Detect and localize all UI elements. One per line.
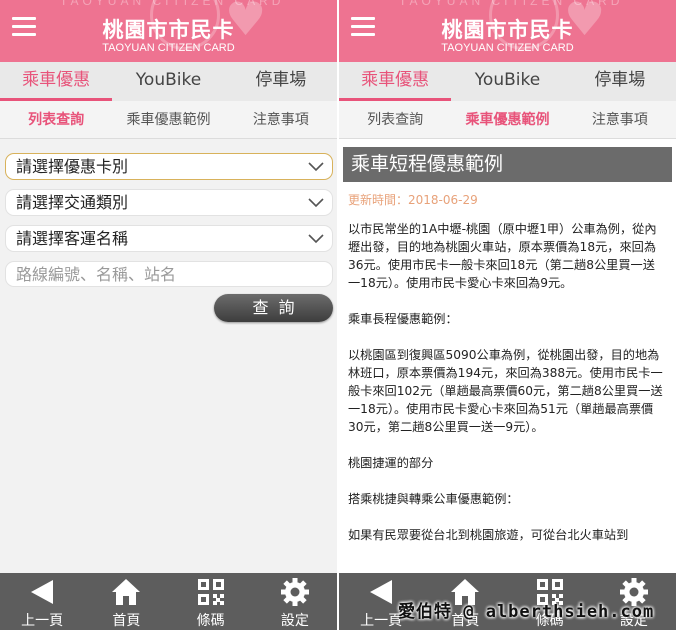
nav-back-label: 上一頁 <box>21 613 64 629</box>
tab-ride-discount[interactable]: 乘車優惠 <box>0 62 113 101</box>
paragraph-long-trip: 以桃園區到復興區5090公車為例，從桃園出發，目的地為林班口，原本票價為194元… <box>348 348 663 434</box>
tab-list-query[interactable]: 列表查詢 <box>0 101 112 138</box>
section-title: 乘車短程優惠範例 <box>343 147 672 182</box>
tab-youbike[interactable]: YouBike <box>112 62 224 101</box>
main-tabs: 乘車優惠 YouBike 停車場 <box>339 62 676 101</box>
app-title: 桃園市市民卡 <box>441 18 574 42</box>
card-type-select-value: 請選擇優惠卡別 <box>16 157 129 176</box>
tab-list-query[interactable]: 列表查詢 <box>339 101 451 138</box>
paragraph-metro-heading: 桃園捷運的部分 <box>348 456 434 470</box>
tab-parking[interactable]: 停車場 <box>564 62 676 101</box>
tab-parking[interactable]: 停車場 <box>225 62 337 101</box>
qr-code-icon <box>197 579 224 605</box>
card-type-select[interactable]: 請選擇優惠卡別 <box>5 153 333 180</box>
article-body: 以市民常坐的1A中壢-桃園（原中壢1甲）公車為例，從內壢出發，目的地為桃園火車站… <box>348 220 664 544</box>
route-search-input[interactable] <box>5 261 333 287</box>
tab-notes[interactable]: 注意事項 <box>564 101 676 138</box>
left-screen: TAOYUAN CITIZEN CARD ♥ 桃園市市民卡 TAOYUAN CI… <box>0 0 337 630</box>
tab-discount-examples[interactable]: 乘車優惠範例 <box>112 101 224 138</box>
app-subtitle: TAOYUAN CITIZEN CARD <box>441 42 574 54</box>
nav-home-label: 首頁 <box>112 613 141 629</box>
chevron-down-icon <box>308 234 324 244</box>
nav-barcode-label: 條碼 <box>196 613 225 629</box>
nav-settings-label: 設定 <box>280 613 309 629</box>
discount-example-content[interactable]: 乘車短程優惠範例 更新時間：2018-06-29 以市民常坐的1A中壢-桃園（原… <box>339 139 676 573</box>
nav-back-button[interactable]: 上一頁 <box>0 573 84 630</box>
update-time: 更新時間：2018-06-29 <box>348 193 478 207</box>
gear-icon <box>280 578 309 606</box>
paragraph-metro-example: 如果有民眾要從台北到桃園旅遊，可從台北火車站到 <box>348 528 629 542</box>
nav-settings-button[interactable]: 設定 <box>253 573 337 630</box>
nav-barcode-button[interactable]: 條碼 <box>169 573 253 630</box>
query-button[interactable]: 查詢 <box>214 294 333 322</box>
tab-notes[interactable]: 注意事項 <box>225 101 337 138</box>
sub-tabs: 列表查詢 乘車優惠範例 注意事項 <box>0 101 337 139</box>
paragraph-long-trip-heading: 乘車長程優惠範例： <box>348 312 458 326</box>
transport-type-select[interactable]: 請選擇交通類別 <box>5 189 333 216</box>
app-subtitle: TAOYUAN CITIZEN CARD <box>102 42 235 54</box>
paragraph-metro-transfer-heading: 搭乘桃捷與轉乘公車優惠範例： <box>348 492 519 506</box>
back-arrow-icon <box>31 580 54 604</box>
transport-type-select-value: 請選擇交通類別 <box>16 193 129 212</box>
chevron-down-icon <box>308 198 324 208</box>
sub-tabs: 列表查詢 乘車優惠範例 注意事項 <box>339 101 676 139</box>
home-icon <box>112 579 141 605</box>
bus-company-select-value: 請選擇客運名稱 <box>16 229 129 248</box>
back-arrow-icon <box>370 580 393 604</box>
main-tabs: 乘車優惠 YouBike 停車場 <box>0 62 337 101</box>
bus-company-select[interactable]: 請選擇客運名稱 <box>5 225 333 252</box>
watermark-text: 愛伯特 @ alberthsieh.com <box>398 602 655 622</box>
tab-discount-examples[interactable]: 乘車優惠範例 <box>451 101 563 138</box>
tab-youbike[interactable]: YouBike <box>451 62 563 101</box>
tab-ride-discount[interactable]: 乘車優惠 <box>339 62 452 101</box>
right-screen: TAOYUAN CITIZEN CARD ♥ 桃園市市民卡 TAOYUAN CI… <box>339 0 676 630</box>
app-header: TAOYUAN CITIZEN CARD ♥ 桃園市市民卡 TAOYUAN CI… <box>0 0 337 62</box>
app-header: TAOYUAN CITIZEN CARD ♥ 桃園市市民卡 TAOYUAN CI… <box>339 0 676 62</box>
bottom-nav: 上一頁 首頁 條碼 設定 <box>0 573 337 630</box>
paragraph-short-trip: 以市民常坐的1A中壢-桃園（原中壢1甲）公車為例，從內壢出發，目的地為桃園火車站… <box>348 222 657 290</box>
nav-home-button[interactable]: 首頁 <box>84 573 168 630</box>
chevron-down-icon <box>308 162 324 172</box>
app-title: 桃園市市民卡 <box>102 18 235 42</box>
